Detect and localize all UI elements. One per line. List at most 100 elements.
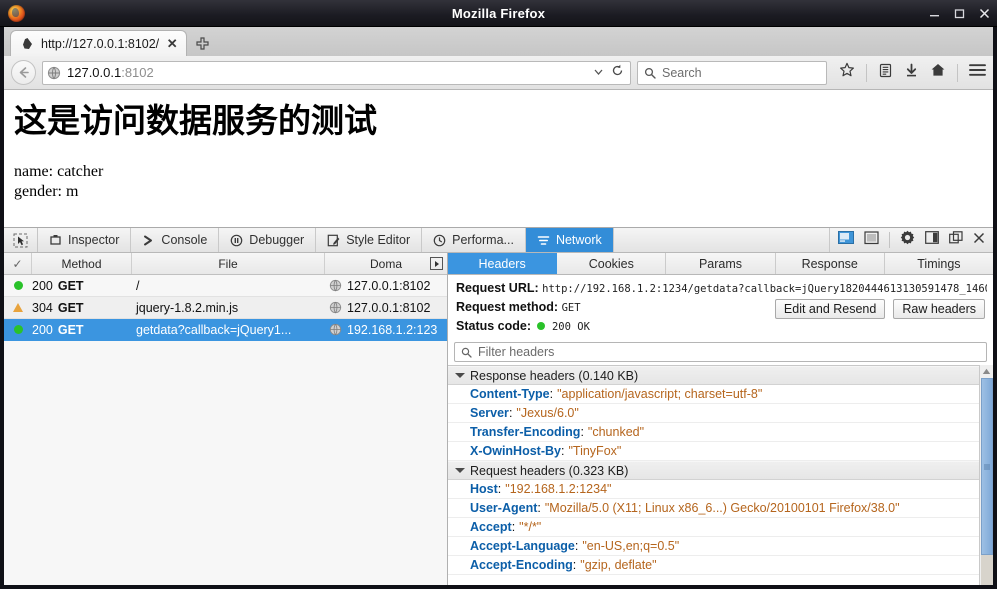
dock-side-icon[interactable] [925,231,939,249]
table-row[interactable]: 200 GET getdata?callback=jQuery1... 192.… [4,319,447,341]
reader-list-icon[interactable] [878,63,893,83]
browser-tab[interactable]: http://127.0.0.1:8102/ ✕ [10,30,188,56]
tab-performance-label: Performa... [452,233,514,247]
network-rows: 200 GET / 127.0.0.1:8102 304 GET jquery-… [4,275,447,585]
page-line-name: name: catcher [14,162,104,180]
column-header-domain[interactable]: Doma [325,253,447,274]
column-expander-icon[interactable] [430,257,443,270]
edit-and-resend-button[interactable]: Edit and Resend [774,299,886,319]
status-ok-dot-icon [4,325,32,334]
globe-icon [329,301,342,314]
new-tab-button[interactable] [189,31,215,56]
tab-inspector[interactable]: Inspector [38,228,132,252]
column-header-method[interactable]: Method [32,253,132,274]
headers-scrollbar[interactable] [979,365,993,585]
table-row[interactable]: 200 GET / 127.0.0.1:8102 [4,275,447,297]
scroll-up-arrow-icon[interactable] [982,365,991,378]
header-name: Transfer-Encoding [470,425,581,439]
tab-headers[interactable]: Headers [448,253,558,274]
scrollbar-track-tail[interactable] [980,555,993,585]
response-headers-group[interactable]: Response headers (0.140 KB) [448,366,979,385]
navigation-toolbar: 127.0.0.1:8102 Search [4,56,993,90]
tab-debugger[interactable]: Debugger [219,228,317,252]
header-name: Content-Type [470,387,550,401]
header-value: "TinyFox" [568,444,622,458]
devtools-toolbar: Inspector Console Debugger Style Editor [4,227,993,253]
downloads-icon[interactable] [904,63,919,83]
tab-network[interactable]: Network [525,228,614,252]
devtools-toolbar-spacer [614,228,830,252]
row-domain: 127.0.0.1:8102 [347,300,431,315]
close-button[interactable] [979,8,991,19]
filter-headers-placeholder: Filter headers [478,345,555,359]
window-controls [929,0,991,27]
scrollbar-thumb[interactable] [980,378,993,555]
search-icon [644,67,656,79]
back-button[interactable] [11,60,36,85]
tab-style-editor-label: Style Editor [346,233,411,247]
tab-cookies[interactable]: Cookies [557,253,667,274]
debugger-icon [230,234,243,247]
header-value: "Jexus/6.0" [516,406,579,420]
tab-params[interactable]: Params [666,253,776,274]
console-icon [142,234,155,247]
search-bar[interactable]: Search [637,60,827,85]
request-url-value: http://192.168.1.2:1234/getdata?callback… [542,283,987,295]
column-header-check[interactable]: ✓ [4,253,32,274]
plus-icon [196,37,209,50]
request-url-label: Request URL: [456,281,539,295]
filter-headers-input[interactable]: Filter headers [454,342,987,362]
maximize-button[interactable] [954,8,966,19]
responsive-design-icon[interactable] [838,230,854,250]
element-picker-icon[interactable] [4,228,38,252]
url-dropdown-icon[interactable] [593,64,604,82]
status-ok-dot-icon [536,322,545,330]
network-details-panel: Headers Cookies Params Response Timings … [448,253,993,585]
tab-performance[interactable]: Performa... [422,228,526,252]
url-bar[interactable]: 127.0.0.1:8102 [42,60,631,85]
status-code-label: Status code: [456,319,532,333]
list-item: X-OwinHost-By: "TinyFox" [448,442,979,461]
row-file: getdata?callback=jQuery1... [136,322,292,337]
tab-style-editor[interactable]: Style Editor [316,228,423,252]
tab-console[interactable]: Console [131,228,220,252]
reload-icon[interactable] [611,64,624,82]
row-status-code: 200 [32,322,53,337]
table-row[interactable]: 304 GET jquery-1.8.2.min.js 127.0.0.1:81… [4,297,447,319]
tab-strip: http://127.0.0.1:8102/ ✕ [4,27,993,56]
screenshot-icon[interactable] [864,230,879,250]
minimize-button[interactable] [929,8,941,19]
column-header-file[interactable]: File [132,253,325,274]
tab-debugger-label: Debugger [249,233,305,247]
tab-timings[interactable]: Timings [885,253,993,274]
tab-response[interactable]: Response [776,253,885,274]
headers-list: Response headers (0.140 KB) Content-Type… [448,365,979,585]
network-table-header: ✓ Method File Doma [4,253,447,275]
globe-icon [329,323,342,336]
star-icon[interactable] [839,62,855,83]
url-host: 127.0.0.1 [67,65,122,80]
request-headers-title: Request headers (0.323 KB) [470,463,629,478]
request-headers-group[interactable]: Request headers (0.323 KB) [448,461,979,480]
list-item: Transfer-Encoding: "chunked" [448,423,979,442]
home-icon[interactable] [930,62,946,83]
row-method: GET [57,300,84,315]
window-title: Mozilla Firefox [451,5,546,21]
menu-icon[interactable] [969,63,986,82]
header-value: "*/*" [519,520,542,534]
devtools-close-icon[interactable] [973,231,985,249]
performance-icon [433,234,446,247]
twisty-open-icon[interactable] [455,468,465,473]
search-placeholder: Search [662,65,702,80]
list-item: Server: "Jexus/6.0" [448,404,979,423]
twisty-open-icon[interactable] [455,373,465,378]
row-file: jquery-1.8.2.min.js [136,300,239,315]
header-value: "192.168.1.2:1234" [505,482,612,496]
tab-close-icon[interactable]: ✕ [166,37,178,50]
firefox-window: Mozilla Firefox http://127.0.0.1:8102/ ✕ [0,0,997,589]
column-header-domain-label: Doma [369,256,402,271]
raw-headers-button[interactable]: Raw headers [893,299,985,319]
settings-gear-icon[interactable] [900,230,915,250]
separate-window-icon[interactable] [949,231,963,249]
page-favicon-icon [21,37,34,50]
